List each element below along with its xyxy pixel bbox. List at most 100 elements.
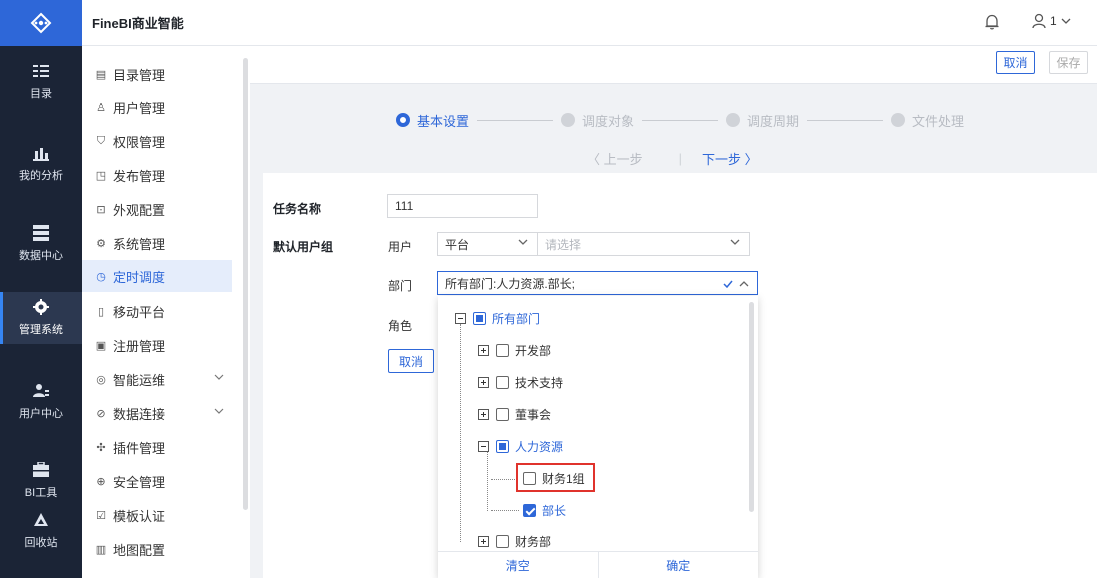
tree-guide-line <box>491 510 519 511</box>
collapse-icon[interactable] <box>478 440 489 452</box>
tree-checkbox[interactable] <box>473 311 486 325</box>
menu-item-ops[interactable]: ◎ 智能运维 <box>82 363 232 395</box>
users-icon <box>31 383 51 399</box>
map-icon: ▥ <box>95 543 107 556</box>
register-icon: ▣ <box>95 339 107 352</box>
gear-icon <box>31 299 51 315</box>
tree-checkbox[interactable] <box>496 407 509 421</box>
menu-item-template-cert[interactable]: ☑ 模板认证 <box>82 499 232 531</box>
shield-icon: ⛉ <box>96 134 106 147</box>
tree-node-child[interactable]: 部长 <box>523 500 566 520</box>
prev-step-button[interactable]: 〈 上一步 <box>587 149 643 168</box>
tree-node-root[interactable]: 所有部门 <box>455 308 540 328</box>
rail-item-label: 回收站 <box>24 537 58 549</box>
chevron-down-icon <box>1061 18 1071 24</box>
menu-item-label: 插件管理 <box>113 440 166 456</box>
form-cancel-button[interactable]: 取消 <box>388 349 434 373</box>
tree-checkbox[interactable] <box>496 343 509 357</box>
save-button[interactable]: 保存 <box>1049 51 1088 74</box>
rail-item-label: 我的分析 <box>19 170 63 182</box>
menu-item-appearance[interactable]: ⊡ 外观配置 <box>82 193 232 225</box>
rail-item-catalog[interactable]: 目录 <box>0 56 82 108</box>
tree-node[interactable]: 开发部 <box>478 340 551 360</box>
rail-item-label: 用户中心 <box>19 408 63 420</box>
rail-item-label: 数据中心 <box>19 250 63 262</box>
expand-icon[interactable] <box>478 376 489 388</box>
menu-item-dataconn[interactable]: ⊘ 数据连接 <box>82 397 232 429</box>
next-step-button[interactable]: 下一步 〉 <box>702 149 758 168</box>
tree-node-label: 董事会 <box>515 407 552 422</box>
tree-node[interactable]: 董事会 <box>478 404 551 424</box>
list-icon: ▤ <box>95 68 107 81</box>
dept-label: 部门 <box>388 279 413 293</box>
menu-item-catalog[interactable]: ▤ 目录管理 <box>82 58 232 90</box>
menu-item-system[interactable]: ⚙ 系统管理 <box>82 227 232 259</box>
menu-item-schedule[interactable]: ◷ 定时调度 <box>82 260 232 292</box>
task-name-input[interactable]: 111 <box>387 194 538 218</box>
user-type-select[interactable]: 平台 <box>437 232 538 256</box>
certificate-icon: ☑ <box>96 509 106 522</box>
tree-node[interactable]: 技术支持 <box>478 372 563 392</box>
step-objects[interactable]: 调度对象 <box>561 111 634 130</box>
menu-scrollbar[interactable] <box>243 58 248 510</box>
chevron-down-icon <box>730 239 740 245</box>
tree-node-hr[interactable]: 人力资源 <box>478 436 563 456</box>
step-dot <box>726 113 741 127</box>
menu-item-permissions[interactable]: ⛉ 权限管理 <box>82 125 232 157</box>
rail-item-datacenter[interactable]: 数据中心 <box>0 218 82 270</box>
rail-item-analysis[interactable]: 我的分析 <box>0 138 82 190</box>
menu-item-security[interactable]: ⊕ 安全管理 <box>82 465 232 497</box>
bell-icon[interactable] <box>985 14 999 30</box>
cancel-button[interactable]: 取消 <box>996 51 1035 74</box>
expand-icon[interactable] <box>478 408 489 420</box>
rail-item-recycle[interactable]: 回收站 <box>0 505 82 557</box>
step-connector <box>807 119 884 121</box>
tree-checkbox-checked[interactable] <box>523 503 536 517</box>
tree-guide-line <box>487 451 488 511</box>
step-label: 基本设置 <box>417 113 470 129</box>
menu-item-label: 权限管理 <box>113 134 166 150</box>
default-group-label: 默认用户组 <box>273 240 334 254</box>
user-label: 用户 <box>388 240 413 254</box>
nav-rail: 目录 我的分析 数据中心 管理系统 用户中心 BI工具 回收站 <box>0 0 82 578</box>
rail-item-admin[interactable]: 管理系统 <box>0 292 82 344</box>
tree-node-label: 人力资源 <box>515 439 564 454</box>
tree-guide-line <box>460 324 461 542</box>
rail-item-usercenter[interactable]: 用户中心 <box>0 376 82 428</box>
menu-item-publish[interactable]: ◳ 发布管理 <box>82 159 232 191</box>
database-icon <box>31 225 51 241</box>
expand-icon[interactable] <box>478 344 489 356</box>
menu-item-label: 地图配置 <box>113 542 166 558</box>
step-period[interactable]: 调度周期 <box>726 111 799 130</box>
tree-checkbox[interactable] <box>496 439 509 453</box>
app-logo[interactable] <box>0 0 82 46</box>
chevron-down-icon <box>518 239 528 245</box>
dropdown-scrollbar[interactable] <box>749 302 754 512</box>
user-select[interactable]: 请选择 <box>537 232 750 256</box>
menu-item-map[interactable]: ▥ 地图配置 <box>82 533 232 565</box>
menu-item-mobile[interactable]: ▯ 移动平台 <box>82 295 232 327</box>
toolbox-icon <box>31 462 51 478</box>
collapse-icon[interactable] <box>455 312 466 324</box>
step-basic[interactable]: 基本设置 <box>396 111 469 130</box>
step-label: 文件处理 <box>912 113 965 129</box>
menu-item-label: 移动平台 <box>113 304 166 320</box>
dept-select[interactable]: 所有部门:人力资源.部长; <box>437 271 758 295</box>
menu-item-plugins[interactable]: ✣ 插件管理 <box>82 431 232 463</box>
menu-item-register[interactable]: ▣ 注册管理 <box>82 329 232 361</box>
tree-checkbox[interactable] <box>496 375 509 389</box>
expand-icon[interactable] <box>478 535 489 547</box>
rail-item-bitools[interactable]: BI工具 <box>0 455 82 507</box>
tree-checkbox[interactable] <box>496 534 509 548</box>
tree-node[interactable]: 财务部 <box>478 531 551 551</box>
tree-node-label: 开发部 <box>515 343 552 358</box>
role-label: 角色 <box>388 319 413 333</box>
confirm-button[interactable]: 确定 <box>597 552 759 578</box>
menu-item-label: 智能运维 <box>113 372 166 388</box>
step-navigation: 〈 上一步 | 下一步 〉 <box>587 149 758 168</box>
user-menu[interactable]: 1 <box>1032 13 1071 29</box>
menu-item-users[interactable]: ♙ 用户管理 <box>82 91 232 123</box>
admin-menu: ▤ 目录管理 ♙ 用户管理 ⛉ 权限管理 ◳ 发布管理 ⊡ 外观配置 ⚙ 系统管理 ◷ 定时调… <box>82 46 250 578</box>
clear-button[interactable]: 清空 <box>438 552 598 578</box>
step-files[interactable]: 文件处理 <box>891 111 964 130</box>
